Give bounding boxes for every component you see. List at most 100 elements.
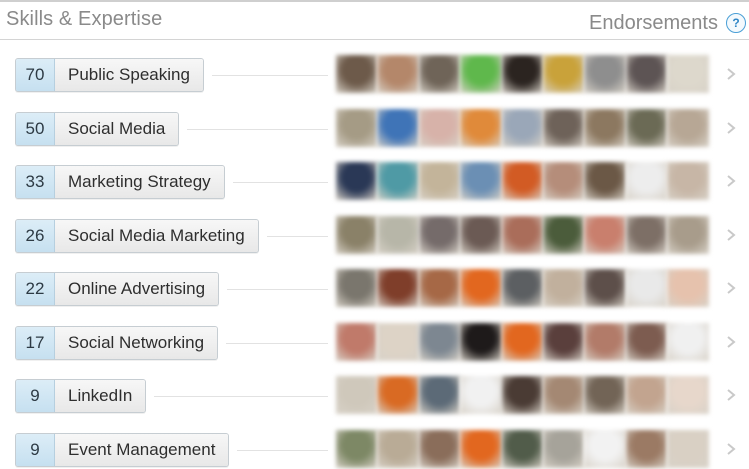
chevron-right-icon[interactable]	[724, 442, 738, 456]
avatar[interactable]	[501, 162, 543, 200]
skill-name[interactable]: Marketing Strategy	[55, 166, 224, 198]
avatar[interactable]	[542, 108, 585, 147]
avatar[interactable]	[501, 215, 543, 254]
avatar[interactable]	[501, 108, 543, 147]
avatar[interactable]	[418, 162, 461, 200]
avatar[interactable]	[460, 376, 502, 414]
avatar[interactable]	[418, 376, 461, 414]
skill-pill[interactable]: 26 Social Media Marketing	[15, 218, 259, 253]
avatar[interactable]	[460, 322, 502, 361]
avatar[interactable]	[625, 429, 668, 468]
avatar[interactable]	[377, 269, 419, 307]
skill-name[interactable]: Social Media	[55, 112, 179, 145]
avatar[interactable]	[542, 215, 585, 254]
avatar[interactable]	[418, 215, 461, 254]
avatar[interactable]	[501, 269, 543, 307]
avatar[interactable]	[584, 269, 626, 307]
skill-name[interactable]: Social Media Marketing	[55, 219, 258, 252]
chevron-right-icon[interactable]	[724, 174, 738, 188]
endorsement-count[interactable]: 50	[16, 112, 55, 145]
avatar[interactable]	[501, 429, 543, 468]
endorsement-count[interactable]: 70	[16, 59, 55, 91]
skill-pill[interactable]: 17 Social Networking	[15, 325, 219, 360]
avatar[interactable]	[625, 55, 668, 93]
avatar[interactable]	[667, 215, 709, 254]
skill-name[interactable]: LinkedIn	[55, 380, 146, 412]
avatar[interactable]	[418, 55, 461, 93]
avatar[interactable]	[584, 108, 626, 147]
avatar[interactable]	[418, 429, 461, 468]
avatar[interactable]	[501, 55, 543, 93]
avatar[interactable]	[460, 162, 502, 200]
skill-row[interactable]: 50 Social Media	[0, 94, 749, 148]
chevron-right-icon[interactable]	[724, 228, 738, 242]
chevron-right-icon[interactable]	[724, 67, 738, 81]
avatar[interactable]	[667, 162, 709, 200]
skill-pill[interactable]: 22 Online Advertising	[15, 272, 220, 306]
skill-row[interactable]: 26 Social Media Marketing	[0, 201, 749, 255]
skill-pill[interactable]: 9 Event Management	[15, 432, 230, 467]
avatar[interactable]	[336, 322, 378, 361]
avatar[interactable]	[542, 429, 585, 468]
chevron-right-icon[interactable]	[724, 281, 738, 295]
avatar[interactable]	[625, 269, 668, 307]
avatar[interactable]	[584, 162, 626, 200]
endorsement-count[interactable]: 9	[16, 380, 55, 412]
avatar[interactable]	[584, 376, 626, 414]
skill-pill[interactable]: 70 Public Speaking	[15, 58, 204, 92]
skill-row[interactable]: 17 Social Networking	[0, 308, 749, 362]
avatar[interactable]	[625, 376, 668, 414]
avatar[interactable]	[377, 322, 419, 361]
chevron-right-icon[interactable]	[724, 388, 738, 402]
skill-name[interactable]: Social Networking	[55, 326, 218, 359]
avatar[interactable]	[336, 162, 378, 200]
avatar[interactable]	[584, 215, 626, 254]
skill-name[interactable]: Event Management	[55, 433, 229, 466]
avatar[interactable]	[336, 55, 378, 93]
avatar[interactable]	[625, 322, 668, 361]
skill-row[interactable]: 22 Online Advertising	[0, 254, 749, 308]
avatar[interactable]	[501, 322, 543, 361]
avatar[interactable]	[625, 108, 668, 147]
avatar[interactable]	[336, 215, 378, 254]
avatar[interactable]	[542, 376, 585, 414]
avatar[interactable]	[460, 429, 502, 468]
avatar[interactable]	[584, 322, 626, 361]
avatar[interactable]	[667, 376, 709, 414]
endorsement-count[interactable]: 17	[16, 326, 55, 359]
avatar[interactable]	[667, 108, 709, 147]
skill-pill[interactable]: 33 Marketing Strategy	[15, 165, 225, 199]
avatar[interactable]	[418, 108, 461, 147]
avatar[interactable]	[336, 429, 378, 468]
skill-row[interactable]: 33 Marketing Strategy	[0, 147, 749, 201]
skill-name[interactable]: Public Speaking	[55, 59, 203, 91]
avatar[interactable]	[460, 215, 502, 254]
avatar[interactable]	[377, 376, 419, 414]
skill-row[interactable]: 9 LinkedIn	[0, 361, 749, 415]
avatar[interactable]	[542, 322, 585, 361]
endorsement-count[interactable]: 26	[16, 219, 55, 252]
skill-pill[interactable]: 50 Social Media	[15, 111, 180, 146]
avatar[interactable]	[336, 376, 378, 414]
avatar[interactable]	[460, 108, 502, 147]
skill-name[interactable]: Online Advertising	[55, 273, 219, 305]
skill-row[interactable]: 9 Event Management	[0, 415, 749, 469]
avatar[interactable]	[377, 429, 419, 468]
chevron-right-icon[interactable]	[724, 335, 738, 349]
skill-pill[interactable]: 9 LinkedIn	[15, 379, 147, 413]
avatar[interactable]	[336, 269, 378, 307]
avatar[interactable]	[542, 55, 585, 93]
avatar[interactable]	[460, 269, 502, 307]
avatar[interactable]	[460, 55, 502, 93]
avatar[interactable]	[377, 215, 419, 254]
skill-row[interactable]: 70 Public Speaking	[0, 40, 749, 94]
chevron-right-icon[interactable]	[724, 121, 738, 135]
question-circle-icon[interactable]: ?	[726, 13, 746, 33]
avatar[interactable]	[625, 215, 668, 254]
avatar[interactable]	[542, 269, 585, 307]
avatar[interactable]	[667, 429, 709, 468]
avatar[interactable]	[667, 55, 709, 93]
avatar[interactable]	[377, 162, 419, 200]
avatar[interactable]	[418, 269, 461, 307]
endorsement-count[interactable]: 9	[16, 433, 55, 466]
